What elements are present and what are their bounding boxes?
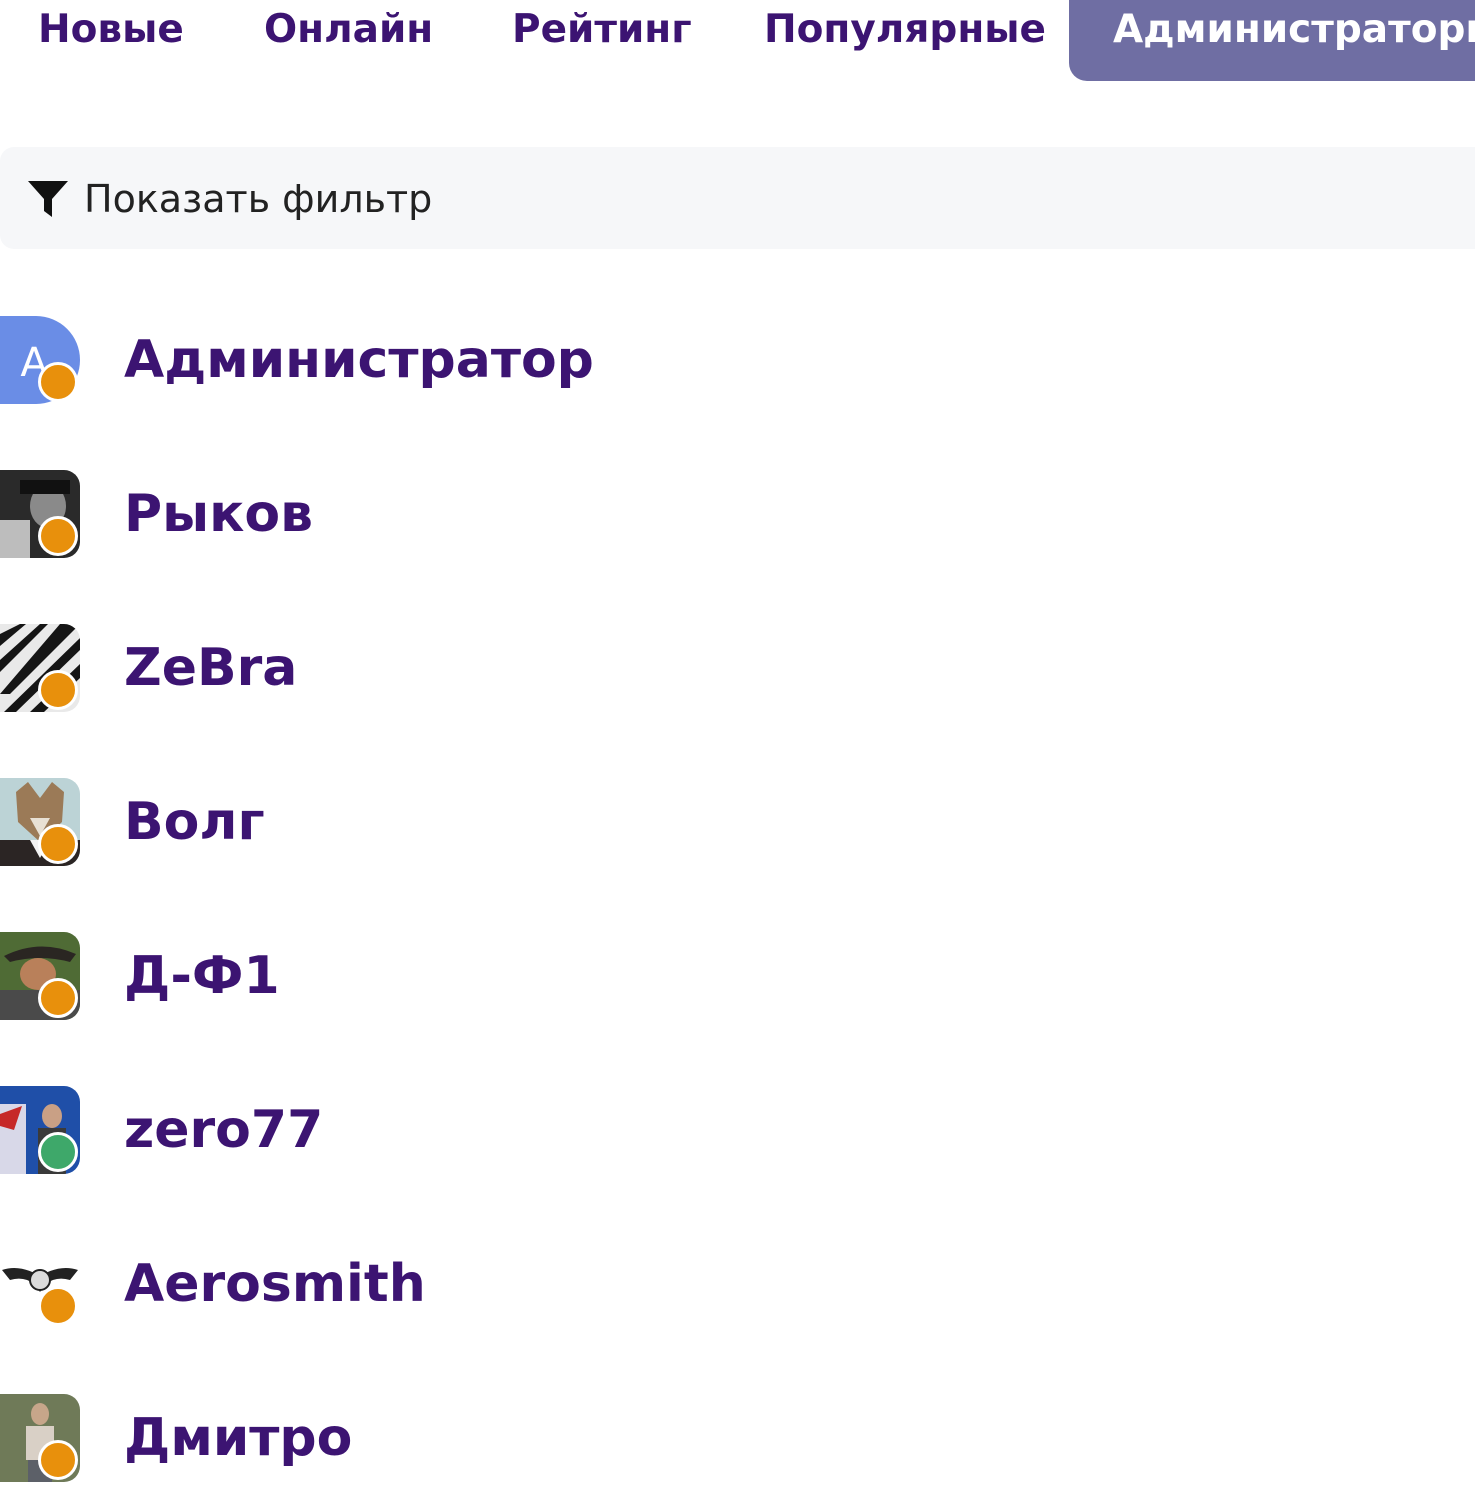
username-link[interactable]: zero77 xyxy=(124,1098,323,1162)
tab-new[interactable]: Новые xyxy=(38,0,184,60)
list-item: Дмитро xyxy=(0,1394,1475,1484)
status-away-indicator xyxy=(38,1440,78,1480)
status-away-indicator xyxy=(38,824,78,864)
status-away-indicator xyxy=(38,362,78,402)
tab-rating[interactable]: Рейтинг xyxy=(512,0,692,60)
status-away-indicator xyxy=(38,978,78,1018)
profile-tabs: Новые Онлайн Рейтинг Популярные Админист… xyxy=(0,0,1475,82)
tab-online[interactable]: Онлайн xyxy=(264,0,433,60)
username-link[interactable]: Администратор xyxy=(124,328,594,392)
filter-icon xyxy=(28,181,68,217)
list-item: Aerosmith xyxy=(0,1240,1475,1330)
list-item: Волг xyxy=(0,778,1475,868)
username-link[interactable]: Дмитро xyxy=(124,1406,352,1470)
username-link[interactable]: Aerosmith xyxy=(124,1252,426,1316)
list-item: zero77 xyxy=(0,1086,1475,1176)
status-away-indicator xyxy=(38,516,78,556)
filter-toggle[interactable]: Показать фильтр xyxy=(0,147,1475,249)
tab-popular[interactable]: Популярные xyxy=(764,0,1046,60)
username-link[interactable]: Д-Ф1 xyxy=(124,944,280,1008)
list-item: Д-Ф1 xyxy=(0,932,1475,1022)
status-away-indicator xyxy=(38,670,78,710)
filter-label: Показать фильтр xyxy=(84,177,433,221)
username-link[interactable]: Волг xyxy=(124,790,265,854)
list-item: Рыков xyxy=(0,470,1475,560)
username-link[interactable]: Рыков xyxy=(124,482,313,546)
list-item: А Администратор xyxy=(0,316,1475,406)
username-link[interactable]: ZeBra xyxy=(124,636,297,700)
list-item: ZeBra xyxy=(0,624,1475,714)
status-online-indicator xyxy=(38,1132,78,1172)
tab-administrators[interactable]: Администраторы xyxy=(1069,0,1475,81)
status-away-indicator xyxy=(38,1286,78,1326)
